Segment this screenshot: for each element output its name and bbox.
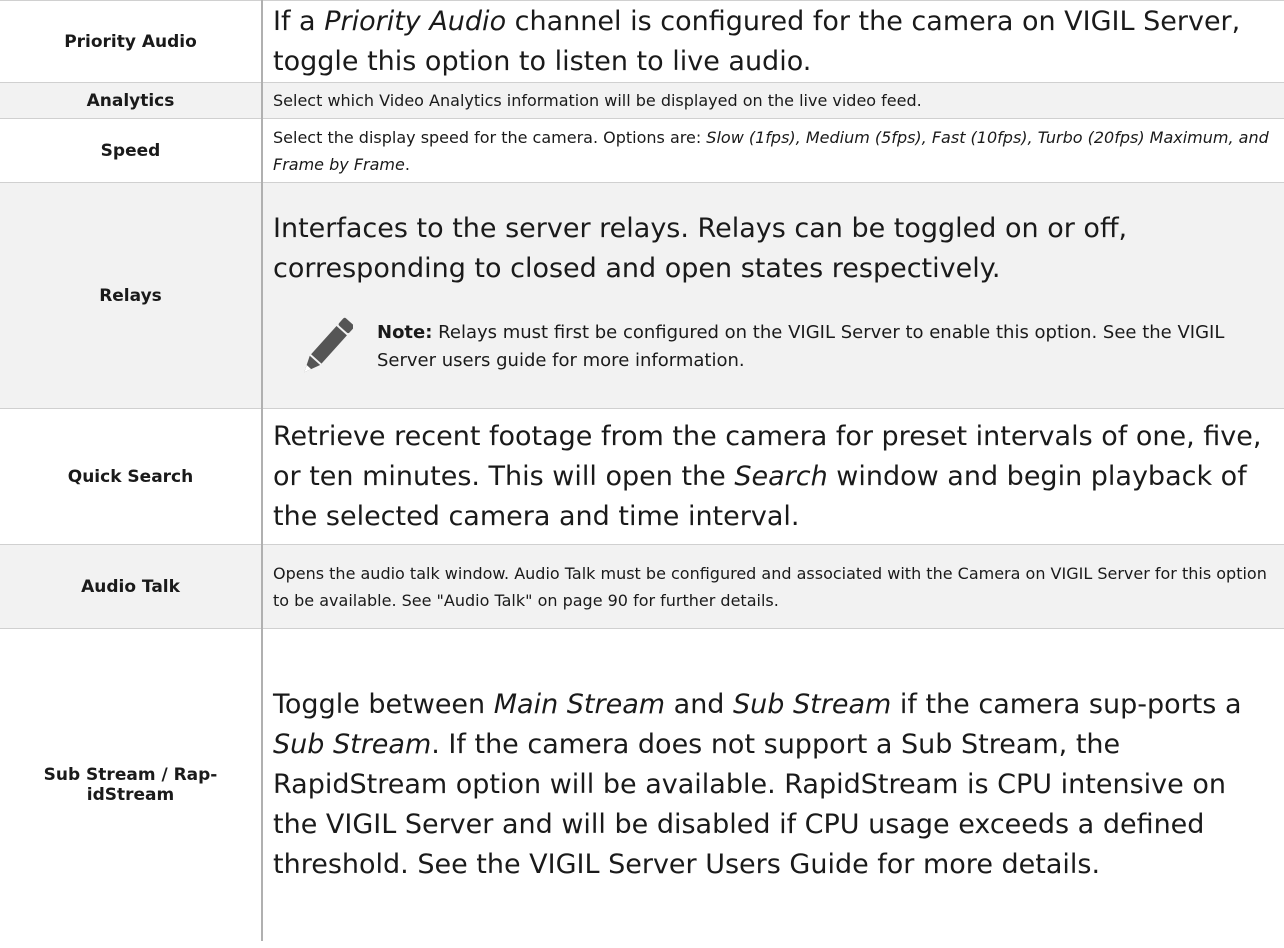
row-description: Retrieve recent footage from the camera … (262, 408, 1284, 545)
row-term: Quick Search (0, 408, 263, 545)
row-description: Opens the audio talk window. Audio Talk … (262, 544, 1284, 629)
row-term: Audio Talk (0, 544, 263, 629)
table-row: Audio Talk Opens the audio talk window. … (0, 544, 1284, 629)
row-description: Select which Video Analytics information… (262, 82, 1284, 119)
table-row: Sub Stream / Rap-idStream Toggle between… (0, 628, 1284, 941)
table-row: Quick Search Retrieve recent footage fro… (0, 408, 1284, 545)
row-description: Interfaces to the server relays. Relays … (262, 182, 1284, 409)
relays-description: Interfaces to the server relays. Relays … (273, 212, 1128, 284)
table-row: Speed Select the display speed for the c… (0, 118, 1284, 183)
options-table: Priority Audio If a Priority Audio chann… (0, 0, 1284, 941)
row-term: Priority Audio (0, 0, 263, 83)
note-text: Note: Relays must first be configured on… (377, 321, 1225, 371)
row-description: If a Priority Audio channel is configure… (262, 0, 1284, 83)
row-term: Speed (0, 118, 263, 183)
row-term: Relays (0, 182, 263, 409)
table-row: Relays Interfaces to the server relays. … (0, 182, 1284, 409)
table-row: Analytics Select which Video Analytics i… (0, 82, 1284, 119)
pencil-icon (304, 317, 353, 372)
note-callout: Note: Relays must first be configured on… (273, 311, 1270, 383)
row-description: Toggle between Main Stream and Sub Strea… (262, 628, 1284, 941)
row-term: Analytics (0, 82, 263, 119)
row-description: Select the display speed for the camera.… (262, 118, 1284, 183)
row-term: Sub Stream / Rap-idStream (0, 628, 263, 941)
table-row: Priority Audio If a Priority Audio chann… (0, 0, 1284, 83)
